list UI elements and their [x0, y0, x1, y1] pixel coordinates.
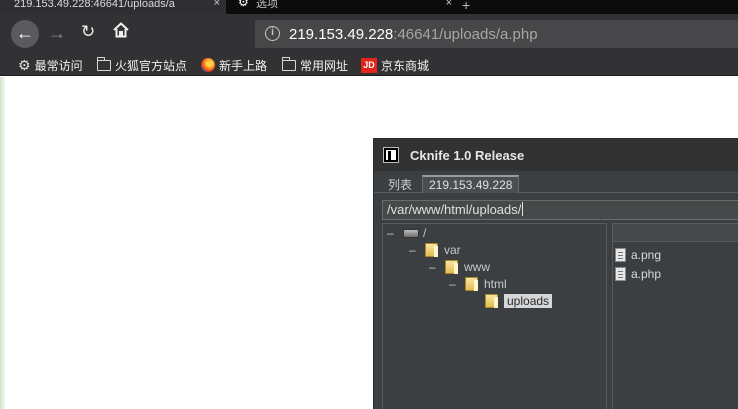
- bookmark-common-sites[interactable]: 常用网址: [282, 56, 349, 73]
- tab-host[interactable]: 219.153.49.228: [422, 175, 520, 193]
- bookmark-most-visited[interactable]: ⚙ 最常访问: [18, 57, 83, 73]
- path-input[interactable]: /var/www/html/uploads/: [382, 200, 738, 220]
- reload-button[interactable]: ↻: [81, 22, 95, 42]
- close-tab-icon[interactable]: ×: [446, 0, 452, 9]
- file-name: a.png: [631, 247, 662, 262]
- page-edge: [0, 77, 5, 409]
- tree-node-www[interactable]: www: [445, 259, 490, 275]
- path-text: /var/www/html/uploads/: [387, 202, 522, 217]
- tree-node-label: /: [423, 226, 427, 240]
- tab-list[interactable]: 列表: [382, 175, 418, 193]
- back-button[interactable]: ←: [11, 20, 39, 48]
- cknife-window: Cknife 1.0 Release 列表 219.153.49.228 /va…: [373, 138, 738, 409]
- browser-nav-bar: ← → ↻ i 219.153.49.228:46641/uploads/a.p…: [0, 14, 738, 54]
- arrow-right-icon: →: [48, 23, 66, 43]
- collapse-toggle[interactable]: –: [387, 226, 395, 240]
- url-path: :46641/uploads/a.php: [393, 26, 538, 43]
- tree-node-label: www: [464, 260, 490, 274]
- bookmark-label: 新手上路: [219, 58, 268, 73]
- tree-node-html[interactable]: html: [465, 276, 507, 292]
- url-text: 219.153.49.228:46641/uploads/a.php: [289, 26, 538, 43]
- jd-icon: JD: [361, 57, 377, 73]
- info-icon[interactable]: i: [265, 26, 280, 41]
- bookmark-label: 火狐官方站点: [115, 58, 188, 73]
- collapse-toggle[interactable]: –: [409, 243, 417, 257]
- folder-icon: [97, 56, 111, 71]
- browser-tab-uploads[interactable]: 219.153.49.228:46641/uploads/a ×: [0, 0, 226, 14]
- file-list-header: [613, 224, 738, 242]
- new-tab-button[interactable]: +: [462, 0, 470, 13]
- collapse-toggle[interactable]: –: [429, 260, 437, 274]
- tree-node-uploads[interactable]: uploads: [485, 293, 553, 309]
- address-bar[interactable]: i 219.153.49.228:46641/uploads/a.php: [255, 20, 738, 48]
- file-icon: [615, 247, 626, 262]
- gear-icon: ⚙: [18, 57, 31, 73]
- file-list: a.png a.php: [612, 223, 738, 409]
- collapse-toggle[interactable]: –: [449, 277, 457, 291]
- file-row[interactable]: a.php: [615, 265, 661, 282]
- home-icon: [113, 22, 129, 38]
- home-button[interactable]: [112, 21, 130, 39]
- file-icon: [615, 266, 626, 281]
- browser-tab-strip: 219.153.49.228:46641/uploads/a × ⚙ 选项 × …: [0, 0, 738, 14]
- app-titlebar[interactable]: Cknife 1.0 Release: [374, 139, 738, 171]
- folder-icon: [282, 56, 296, 71]
- file-name: a.php: [631, 266, 662, 281]
- app-tab-bar: 列表 219.153.49.228: [374, 171, 738, 193]
- tree-node-label: var: [444, 243, 461, 257]
- url-host: 219.153.49.228: [289, 26, 394, 43]
- bookmark-label: 最常访问: [34, 58, 83, 73]
- directory-tree: – / – var – www – html uploads: [382, 223, 607, 409]
- browser-tab-options[interactable]: ⚙ 选项 ×: [228, 0, 458, 14]
- cknife-logo-icon: [383, 147, 399, 163]
- bookmark-getting-started[interactable]: 新手上路: [201, 57, 267, 73]
- close-tab-icon[interactable]: ×: [214, 0, 220, 9]
- bookmarks-toolbar: ⚙ 最常访问 火狐官方站点 新手上路 常用网址 JD 京东商城: [0, 54, 738, 76]
- tree-node-label: html: [484, 277, 507, 291]
- folder-icon: [485, 294, 498, 308]
- tab-label: 选项: [256, 0, 278, 10]
- tree-node-root[interactable]: /: [403, 225, 426, 241]
- text-caret: [522, 202, 524, 216]
- forward-button[interactable]: →: [48, 23, 66, 44]
- bookmark-firefox-site[interactable]: 火狐官方站点: [97, 56, 188, 73]
- folder-icon: [445, 260, 458, 274]
- firefox-icon: [201, 58, 215, 72]
- file-row[interactable]: a.png: [615, 246, 661, 263]
- tree-node-label: uploads: [504, 294, 553, 308]
- gear-icon: ⚙: [238, 0, 249, 9]
- folder-icon: [425, 243, 438, 257]
- app-title: Cknife 1.0 Release: [410, 148, 525, 163]
- bookmark-label: 常用网址: [300, 58, 349, 73]
- arrow-left-icon: ←: [16, 23, 34, 43]
- reload-icon: ↻: [81, 22, 96, 41]
- tree-node-var[interactable]: var: [425, 242, 461, 258]
- screen: 219.153.49.228:46641/uploads/a × ⚙ 选项 × …: [0, 0, 738, 409]
- bookmark-jd-mall[interactable]: JD 京东商城: [361, 57, 429, 73]
- folder-icon: [465, 277, 478, 291]
- bookmark-label: 京东商城: [381, 58, 430, 73]
- tab-label: 219.153.49.228:46641/uploads/a: [14, 0, 175, 10]
- drive-icon: [403, 228, 419, 238]
